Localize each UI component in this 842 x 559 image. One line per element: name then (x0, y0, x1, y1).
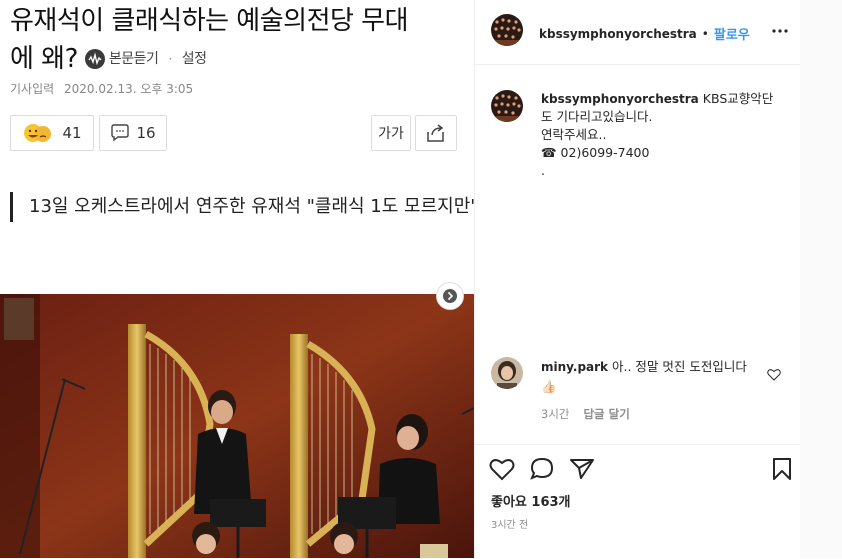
comment-username[interactable]: miny.park (541, 360, 608, 374)
share-icon (427, 124, 444, 142)
comment-item: miny.park 아.. 정말 멋진 도전입니다👍🏻 3시간 답글 달기 (541, 357, 761, 424)
dot-separator: • (701, 26, 709, 41)
comment-count: 16 (136, 124, 156, 142)
comment-like-button[interactable] (767, 366, 781, 385)
page-background-margin (800, 0, 842, 558)
share-button[interactable] (415, 115, 457, 151)
comment-time: 3시간 (541, 407, 570, 421)
send-button[interactable] (569, 457, 595, 481)
caption-line-3: 연락주세요.. (541, 127, 607, 142)
reaction-count: 41 (62, 124, 82, 142)
date-value: 2020.02.13. 오후 3:05 (64, 82, 194, 96)
follow-button[interactable]: 팔로우 (714, 24, 750, 43)
article-subtitle-quote: 13일 오케스트라에서 연주한 유재석 "클래식 1도 모르지만" (10, 192, 474, 222)
chevron-right-icon (443, 289, 457, 303)
separator-dot: · (168, 52, 172, 66)
post-timestamp: 3시간 전 (491, 520, 529, 531)
concert-photo-illustration (0, 294, 474, 558)
comment-action-button[interactable] (529, 457, 555, 481)
likes-count[interactable]: 좋아요 163개 (491, 491, 571, 510)
date-label: 기사입력 (10, 82, 55, 96)
like-button[interactable] (489, 457, 515, 481)
instagram-post-panel: kbssymphonyorchestra • 팔로우 kbssymphonyor… (474, 0, 801, 558)
heart-icon (767, 369, 781, 381)
header-username[interactable]: kbssymphonyorchestra (539, 27, 697, 41)
speech-bubble-icon (111, 124, 130, 142)
headline-line-1: 유재석이 클래식하는 예술의전당 무대 (10, 6, 409, 36)
emoji-reaction-icon (24, 124, 52, 142)
article-photo (0, 294, 474, 558)
header-avatar[interactable] (491, 14, 523, 46)
comment-icon (530, 457, 554, 480)
listen-button[interactable]: 본문듣기 (84, 40, 159, 78)
caption-line-2: 도 기다리고있습니다. (541, 109, 653, 124)
font-size-button[interactable]: 가가 (371, 115, 411, 151)
commenter-avatar[interactable] (491, 357, 523, 389)
more-options-button[interactable] (771, 22, 789, 44)
caption-line-1: KBS교향악단 (702, 91, 774, 106)
article-headline: 유재석이 클래식하는 예술의전당 무대 에 왜? 본문듣기 · 설정 (10, 2, 470, 78)
news-article: 유재석이 클래식하는 예술의전당 무대 에 왜? 본문듣기 · 설정 기사입력 … (0, 0, 474, 558)
article-dateline: 기사입력 2020.02.13. 오후 3:05 (10, 80, 199, 97)
bookmark-icon (773, 458, 791, 480)
caption-line-5: . (541, 163, 545, 178)
caption-avatar[interactable] (491, 90, 523, 122)
orchestra-avatar-icon (491, 14, 523, 46)
listen-label: 본문듣기 (108, 51, 159, 67)
orchestra-avatar-icon (491, 90, 523, 122)
reaction-button[interactable]: 41 (10, 115, 94, 151)
more-icon (772, 29, 788, 33)
send-icon (570, 459, 594, 479)
post-header: kbssymphonyorchestra • 팔로우 (475, 0, 801, 65)
comment-button[interactable]: 16 (99, 115, 167, 151)
caption-username[interactable]: kbssymphonyorchestra (541, 92, 699, 106)
font-size-label: 가가 (378, 126, 404, 142)
sound-wave-icon (84, 49, 105, 69)
bookmark-button[interactable] (771, 457, 793, 481)
post-caption: kbssymphonyorchestra KBS교향악단 도 기다리고있습니다.… (541, 90, 781, 180)
post-actions: 좋아요 163개 3시간 전 (475, 444, 801, 559)
user-avatar-icon (491, 357, 523, 389)
reply-button[interactable]: 답글 달기 (583, 407, 629, 421)
caption-line-4: ☎ 02)6099-7400 (541, 145, 650, 160)
heart-icon (489, 459, 515, 481)
next-photo-button[interactable] (436, 282, 464, 310)
settings-link[interactable]: 설정 (182, 40, 207, 78)
headline-line-2: 에 왜? (10, 44, 78, 74)
headline-line-2-row: 에 왜? 본문듣기 · 설정 (10, 40, 207, 78)
